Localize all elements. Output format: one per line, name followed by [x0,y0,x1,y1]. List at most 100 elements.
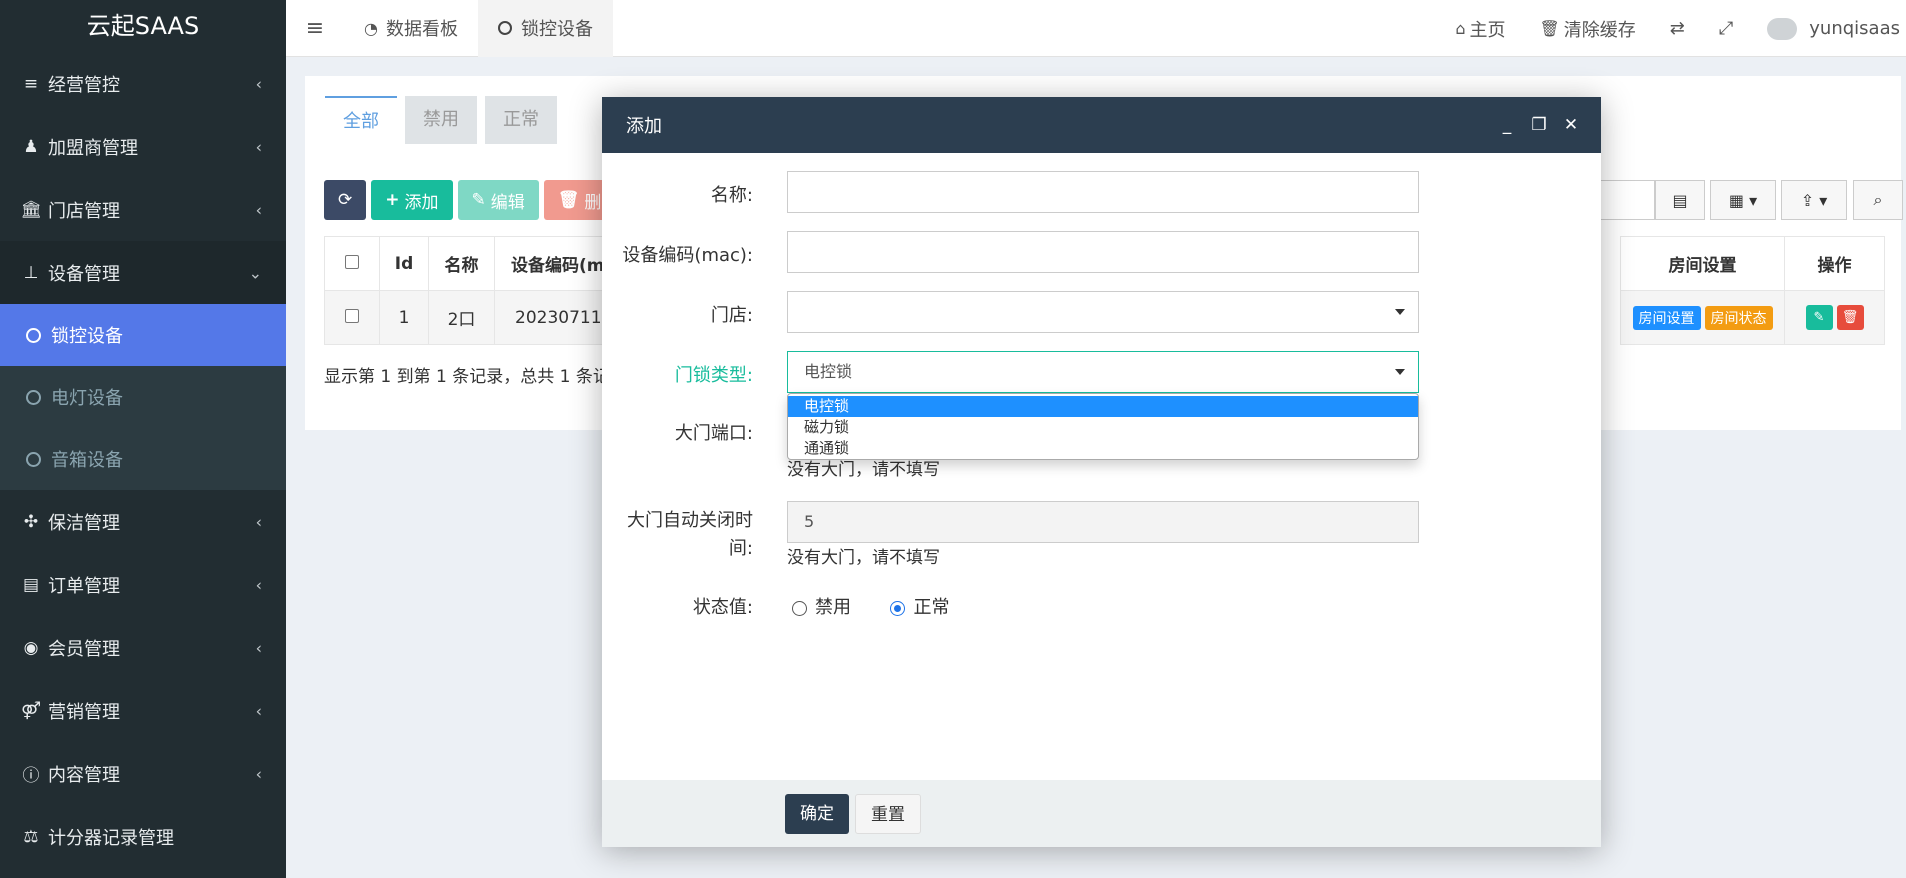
dropdown-option[interactable]: 磁力锁 [788,417,1418,438]
sidebar-subitem-lock-device[interactable]: 锁控设备 [0,304,286,366]
row-checkbox[interactable] [345,308,359,323]
minimize-icon[interactable]: _ [1491,115,1523,135]
list-icon: ▤ [1672,190,1688,210]
chevron-left-icon: ‹ [255,764,262,783]
auto-close-input[interactable]: 5 [787,501,1419,543]
auto-close-value: 5 [804,512,815,531]
col-operation: 操作 [1784,236,1885,291]
chevron-left-icon: ‹ [255,638,262,657]
dropdown-option[interactable]: 电控锁 [788,396,1418,417]
tab-disabled[interactable]: 禁用 [405,96,477,144]
username: yunqisaas [1809,18,1900,39]
confirm-button[interactable]: 确定 [785,794,849,834]
home-link[interactable]: ⌂ 主页 [1438,16,1522,42]
close-icon[interactable]: ✕ [1555,115,1587,135]
name-input[interactable] [787,171,1419,213]
sidebar-subitem-light-device[interactable]: 电灯设备 [0,366,286,428]
select-all-checkbox[interactable] [345,254,359,269]
lock-type-dropdown: 电控锁 磁力锁 通通锁 [787,393,1419,460]
sidebar-item-marketing[interactable]: ⚤ 营销管理 ‹ [0,679,286,742]
sidebar-item-content[interactable]: ⓘ 内容管理 ‹ [0,742,286,805]
chevron-left-icon: ‹ [255,200,262,219]
export-button[interactable]: ⇪ ▾ [1781,180,1847,220]
sidebar-item-label: 门店管理 [48,200,120,222]
bank-icon: 🏛 [20,199,42,220]
sidebar-item-member[interactable]: ◉ 会员管理 ‹ [0,616,286,679]
file-icon: ▤ [22,574,40,595]
sidebar-item-scorer-records[interactable]: ⚖ 计分器记录管理 [0,805,286,868]
sidebar-item-franchisee[interactable]: ♟ 加盟商管理 ‹ [0,115,286,178]
columns-button[interactable]: ▦ ▾ [1710,180,1776,220]
cell-id: 1 [379,290,429,345]
toggle-view-button[interactable]: ▤ [1655,180,1705,220]
info-icon: ⓘ [22,766,40,786]
sidebar-item-label: 设备管理 [48,263,120,285]
sidebar-item-label: 内容管理 [48,764,120,786]
status-label: 状态值: [692,597,753,618]
maximize-icon[interactable]: ❐ [1523,115,1555,135]
search-input[interactable] [1601,180,1655,220]
mac-input[interactable] [787,231,1419,273]
home-label: 主页 [1469,19,1506,41]
subitem-label: 电灯设备 [51,388,123,409]
tab-dashboard[interactable]: ◔ 数据看板 [344,0,478,57]
cell-operation: ✎ 🗑 [1784,290,1885,345]
store-select[interactable] [787,291,1419,333]
caret-down-icon [1395,309,1405,315]
lock-type-select[interactable]: 电控锁 [787,351,1419,393]
user-menu[interactable]: yunqisaas [1750,17,1906,40]
table-toolbar: ⟳ + 添加 ✎ 编辑 🗑 删除 [324,180,637,220]
balance-scale-icon: ⚖ [23,826,39,847]
edit-button[interactable]: ✎ 编辑 [457,180,539,220]
cell-room-actions: 房间设置 房间状态 [1620,290,1785,345]
dropdown-option[interactable]: 通通锁 [788,438,1418,459]
dialog-window-controls: _ ❐ ✕ [1491,97,1587,153]
room-status-badge[interactable]: 房间状态 [1704,305,1773,330]
sidebar-item-cleaning[interactable]: ✣ 保洁管理 ‹ [0,490,286,553]
status-normal-radio[interactable] [890,600,906,616]
sidebar-item-store[interactable]: 🏛 门店管理 ‹ [0,178,286,241]
col-room-setting[interactable]: 房间设置 [1620,236,1785,291]
clear-cache-button[interactable]: 🗑 清除缓存 [1522,16,1652,42]
auto-close-hint: 没有大门，请不填写 [787,548,940,568]
sidebar-item-order[interactable]: ▤ 订单管理 ‹ [0,553,286,616]
tab-normal[interactable]: 正常 [485,96,557,144]
device-table: Id 名称 设备编码(mac) 1 2口 2023071111 [324,236,635,345]
language-icon[interactable]: ⇄ [1653,18,1702,39]
add-button[interactable]: + 添加 [371,180,453,220]
chevron-left-icon: ‹ [255,74,262,93]
tab-lock-device[interactable]: 锁控设备 [477,0,613,57]
sidebar-subitem-speaker-device[interactable]: 音箱设备 [0,428,286,490]
avatar [1767,17,1798,40]
clear-cache-label: 清除缓存 [1563,19,1636,41]
status-disabled-radio[interactable] [792,600,807,616]
status-normal-label: 正常 [913,597,950,618]
row-delete-button[interactable]: 🗑 [1836,305,1864,330]
tab-all[interactable]: 全部 [325,96,397,144]
row-edit-button[interactable]: ✎ [1805,305,1833,330]
dialog-title: 添加 [626,116,662,137]
sidebar-item-business-control[interactable]: ≡ 经营管控 ‹ [0,52,286,115]
col-id[interactable]: Id [379,236,429,291]
circle-icon [26,327,41,343]
sidebar-item-label: 订单管理 [48,575,120,597]
row-select-cell [324,290,380,345]
menu-toggle-icon[interactable]: ≡ [286,16,344,41]
add-label: 添加 [404,192,439,213]
pencil-icon: ✎ [471,190,486,210]
refresh-button[interactable]: ⟳ [324,180,367,220]
plus-icon: + [385,190,400,210]
auto-close-label: 大门自动关闭时 间: [627,507,753,563]
table-row: 1 2口 2023071111 [324,290,635,345]
room-setting-badge[interactable]: 房间设置 [1632,305,1701,330]
col-name[interactable]: 名称 [428,236,495,291]
circle-icon [497,21,512,35]
list-icon: ≡ [23,73,39,94]
sidebar-item-device[interactable]: ⊥ 设备管理 ⌄ [0,241,286,304]
add-dialog: 添加 _ ❐ ✕ 名称: 设备编码(mac): 门店: 门锁类型: 电控锁 大门… [602,97,1601,847]
search-button[interactable]: ⌕ [1853,180,1903,220]
reset-button[interactable]: 重置 [855,794,921,834]
dashboard-icon: ◔ [364,18,378,38]
fullscreen-icon[interactable]: ⤢ [1702,18,1750,39]
lock-type-value: 电控锁 [804,362,853,381]
